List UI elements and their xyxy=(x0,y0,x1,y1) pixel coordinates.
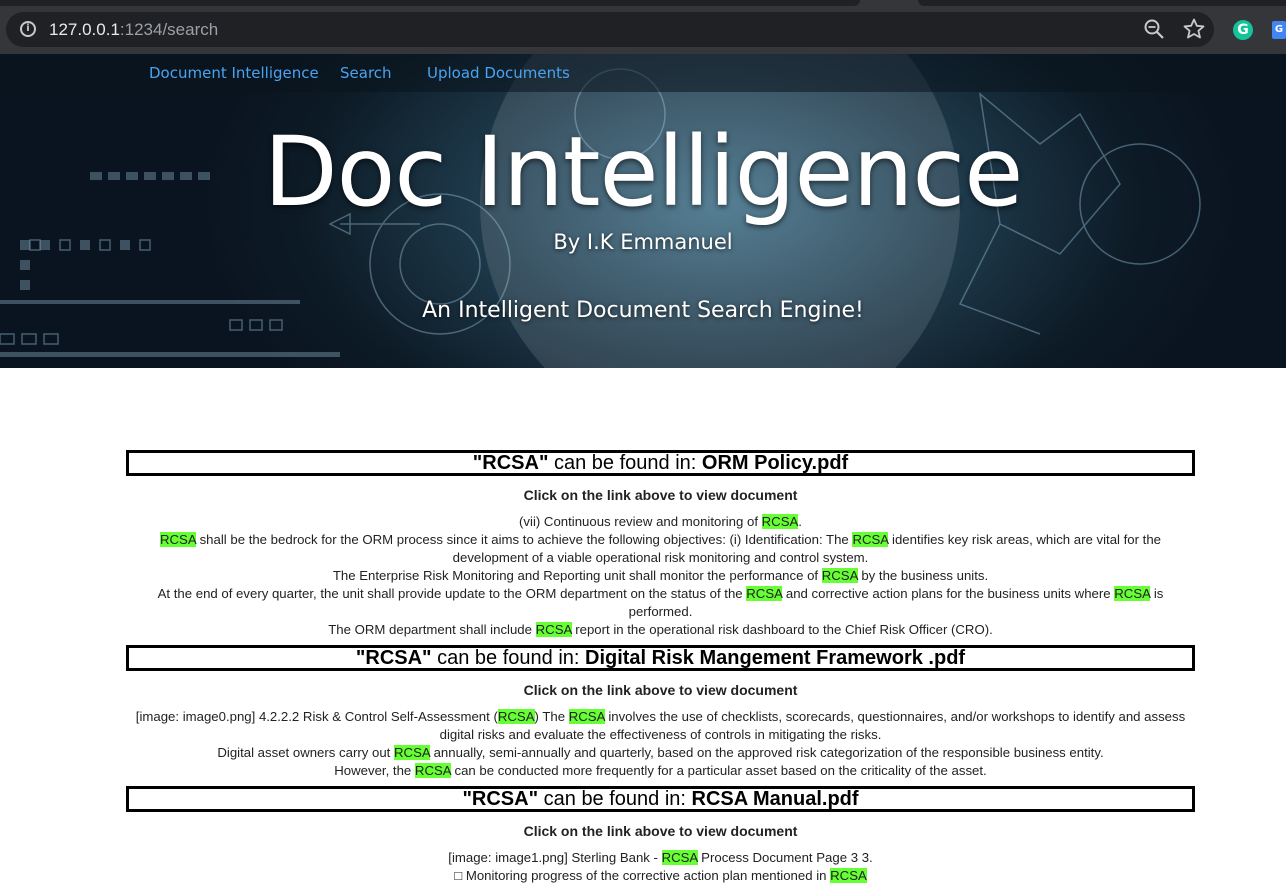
search-results: "RCSA" can be found in: ORM Policy.pdf Cl… xyxy=(126,450,1195,891)
zoom-out-icon[interactable] xyxy=(1143,18,1165,40)
snippet-text: shall be the bedrock for the ORM process… xyxy=(195,532,853,547)
click-note: Click on the link above to view document xyxy=(523,823,798,839)
snippet-text: . xyxy=(798,514,802,529)
snippet-text: At the end of every quarter, the unit sh… xyxy=(157,586,747,601)
result-found-in: can be found in: xyxy=(548,452,702,474)
result-query: "RCSA" xyxy=(355,647,432,669)
result-heading: "RCSA" can be found in: Digital Risk Man… xyxy=(126,645,1195,671)
nav-upload-documents[interactable]: Upload Documents xyxy=(427,64,570,82)
click-note: Click on the link above to view document xyxy=(523,487,798,503)
result-query: "RCSA" xyxy=(472,452,549,474)
result-block: "RCSA" can be found in: ORM Policy.pdf Cl… xyxy=(126,450,1195,639)
result-snippet: [image: image0.png] 4.2.2.2 Risk & Contr… xyxy=(126,708,1195,744)
info-icon[interactable]: i xyxy=(20,21,36,37)
snippet-text: (vii) Continuous review and monitoring o… xyxy=(519,514,762,529)
result-block: "RCSA" can be found in: RCSA Manual.pdf C… xyxy=(126,786,1195,885)
result-found-in: can be found in: xyxy=(431,647,585,669)
highlighted-term: RCSA xyxy=(394,745,430,760)
result-file-link[interactable]: ORM Policy.pdf xyxy=(702,452,848,474)
snippet-text: annually, semi-annually and quarterly, b… xyxy=(429,745,1104,760)
result-snippet: At the end of every quarter, the unit sh… xyxy=(126,585,1195,621)
tagline: An Intelligent Document Search Engine! xyxy=(422,298,864,323)
nav-document-intelligence[interactable]: Document Intelligence xyxy=(149,64,319,82)
snippet-text: ) The xyxy=(534,709,569,724)
result-file-link[interactable]: Digital Risk Mangement Framework .pdf xyxy=(585,647,965,669)
click-note: Click on the link above to view document xyxy=(523,682,798,698)
address-bar[interactable]: i 127.0.0.1:1234/search xyxy=(6,12,1214,47)
result-snippet: (vii) Continuous review and monitoring o… xyxy=(126,513,1195,531)
snippet-text: Digital asset owners carry out xyxy=(217,745,395,760)
translate-extension-icon[interactable]: G xyxy=(1272,21,1286,39)
snippet-text: [image: image0.png] 4.2.2.2 Risk & Contr… xyxy=(135,709,498,724)
result-snippet: □ Monitoring progress of the corrective … xyxy=(126,867,1195,885)
highlighted-term: RCSA xyxy=(761,514,799,529)
browser-toolbar: i 127.0.0.1:1234/search G G xyxy=(0,6,1286,54)
highlighted-term: RCSA xyxy=(159,532,196,547)
snippet-text: However, the xyxy=(334,763,415,778)
snippet-text: The ORM department shall include xyxy=(328,622,536,637)
bookmark-star-icon[interactable] xyxy=(1182,17,1206,41)
highlighted-term: RCSA xyxy=(1114,586,1151,601)
result-snippet: The Enterprise Risk Monitoring and Repor… xyxy=(126,567,1195,585)
highlighted-term: RCSA xyxy=(497,709,535,724)
url-text[interactable]: 127.0.0.1:1234/search xyxy=(49,20,218,40)
result-block: "RCSA" can be found in: Digital Risk Man… xyxy=(126,645,1195,780)
result-found-in: can be found in: xyxy=(538,788,692,810)
nav-search[interactable]: Search xyxy=(340,64,392,82)
page-title: Doc Intelligence xyxy=(263,116,1024,228)
snippet-text: The Enterprise Risk Monitoring and Repor… xyxy=(332,568,822,583)
highlighted-term: RCSA xyxy=(568,709,605,724)
url-host: 127.0.0.1 xyxy=(49,20,120,39)
result-heading: "RCSA" can be found in: ORM Policy.pdf xyxy=(126,450,1195,476)
highlighted-term: RCSA xyxy=(830,868,867,883)
result-snippet: Digital asset owners carry out RCSA annu… xyxy=(126,744,1195,762)
hero-banner: Document Intelligence Search Upload Docu… xyxy=(0,54,1286,368)
snippet-text: report in the operational risk dashboard… xyxy=(571,622,993,637)
url-path: :1234/search xyxy=(119,20,219,39)
snippet-text: can be conducted more frequently for a p… xyxy=(450,763,987,778)
snippet-text: □ Monitoring progress of the corrective … xyxy=(454,868,831,883)
result-snippet: RCSA shall be the bedrock for the ORM pr… xyxy=(126,531,1195,567)
highlighted-term: RCSA xyxy=(852,532,889,547)
snippet-text: and corrective action plans for the busi… xyxy=(782,586,1115,601)
result-snippet: However, the RCSA can be conducted more … xyxy=(126,762,1195,780)
result-heading: "RCSA" can be found in: RCSA Manual.pdf xyxy=(126,786,1195,812)
highlighted-term: RCSA xyxy=(821,568,858,583)
byline: By I.K Emmanuel xyxy=(553,230,733,254)
grammarly-extension-icon[interactable]: G xyxy=(1233,20,1253,40)
highlighted-term: RCSA xyxy=(535,622,572,637)
highlighted-term: RCSA xyxy=(746,586,783,601)
result-snippet: [image: image1.png] Sterling Bank - RCSA… xyxy=(126,849,1195,867)
snippet-text: by the business units. xyxy=(857,568,989,583)
highlighted-term: RCSA xyxy=(414,763,451,778)
result-file-link[interactable]: RCSA Manual.pdf xyxy=(692,788,859,810)
result-snippet: The ORM department shall include RCSA re… xyxy=(126,621,1195,639)
result-query: "RCSA" xyxy=(462,788,539,810)
top-nav: Document Intelligence Search Upload Docu… xyxy=(0,54,1286,92)
